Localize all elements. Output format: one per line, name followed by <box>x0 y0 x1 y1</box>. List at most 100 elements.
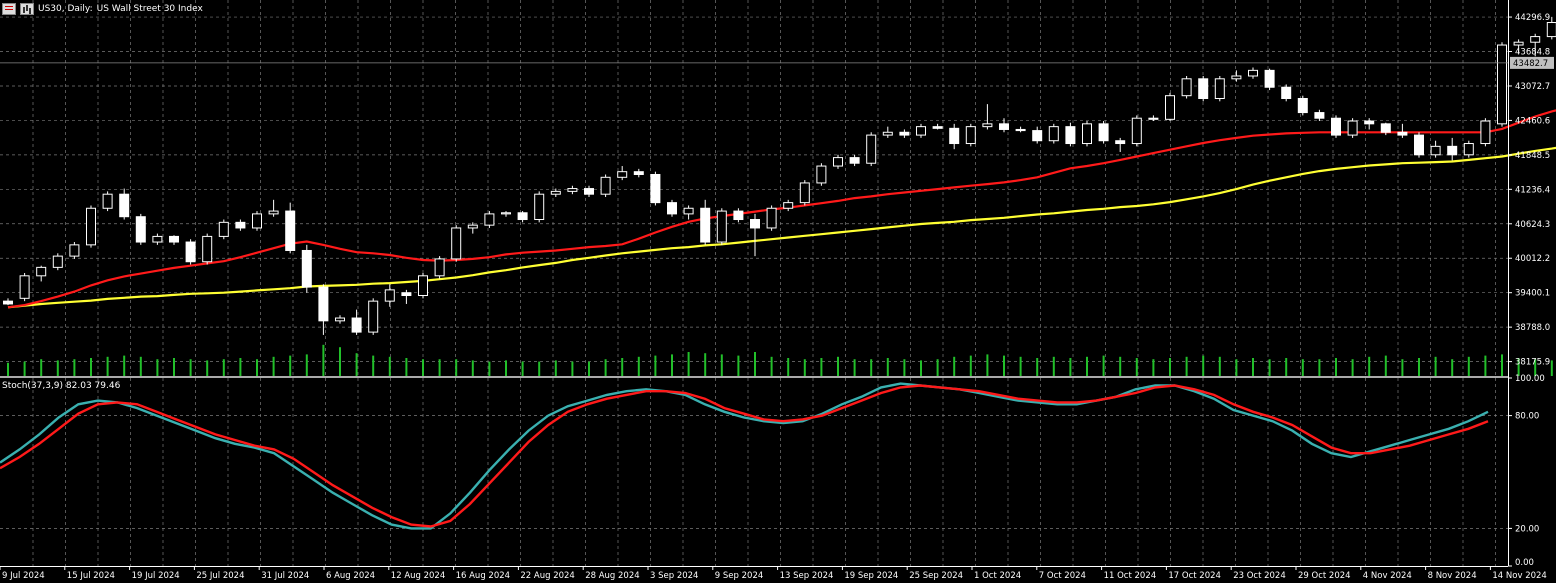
candle-body <box>1347 120 1358 136</box>
candle-body <box>783 202 794 209</box>
time-tick-label: 22 Aug 2024 <box>520 571 574 581</box>
chart-type-icon[interactable] <box>20 3 34 15</box>
candle-body <box>3 300 13 305</box>
candle-body <box>235 221 246 229</box>
stoch-tick-label: 0.00 <box>1515 558 1534 568</box>
candle-body <box>86 207 96 246</box>
candle-body <box>1048 126 1059 142</box>
candle-body <box>667 202 677 215</box>
candle-body <box>633 171 644 175</box>
candle-body <box>866 134 877 164</box>
candle-body <box>1165 95 1175 120</box>
price-tick-label: 40012.2 <box>1515 254 1550 264</box>
candle-body <box>1148 117 1159 120</box>
time-tick-label: 17 Oct 2024 <box>1168 571 1221 581</box>
candle-body <box>1463 143 1474 156</box>
time-tick-label: 25 Sep 2024 <box>909 571 963 581</box>
price-tick-label: 43684.8 <box>1515 48 1550 58</box>
candle-body <box>52 255 63 268</box>
candle-body <box>467 224 478 229</box>
candle-body <box>650 173 661 204</box>
price-tick-label: 40624.3 <box>1515 220 1550 230</box>
time-tick-label: 29 Oct 2024 <box>1298 571 1351 581</box>
candle-body <box>1065 126 1076 145</box>
candle-body <box>1513 41 1524 46</box>
price-tick-label: 42460.6 <box>1515 116 1550 126</box>
candle-body <box>1131 117 1142 145</box>
time-tick-label: 19 Jul 2024 <box>132 571 180 581</box>
candle-body <box>135 216 146 243</box>
candle-body <box>1264 69 1275 88</box>
stoch-signal-line <box>0 384 1489 528</box>
candle-body <box>849 157 860 164</box>
candle-body <box>1281 86 1292 100</box>
candle-body <box>335 317 345 322</box>
candle-body <box>816 165 827 184</box>
stochastic-lines <box>0 382 1489 530</box>
candle-body <box>1231 75 1242 80</box>
candle-body <box>501 212 511 215</box>
time-tick-label: 23 Oct 2024 <box>1233 571 1286 581</box>
time-tick-label: 16 Aug 2024 <box>456 571 510 581</box>
current-price-label: 43482.7 <box>1513 59 1548 69</box>
price-tick-label: 38175.9 <box>1515 358 1550 368</box>
candle-body <box>600 176 611 195</box>
candle-body <box>384 289 395 302</box>
candle-body <box>733 210 744 221</box>
time-tick-label: 25 Jul 2024 <box>196 571 244 581</box>
time-tick-label: 3 Sep 2024 <box>650 571 698 581</box>
candle-body <box>833 157 843 167</box>
time-tick-label: 6 Aug 2024 <box>326 571 375 581</box>
time-tick-label: 11 Oct 2024 <box>1104 571 1157 581</box>
candle-body <box>1198 78 1209 100</box>
candle-body <box>1430 145 1441 156</box>
time-tick-label: 28 Aug 2024 <box>585 571 639 581</box>
time-tick-label: 15 Jul 2024 <box>67 571 115 581</box>
stoch-indicator-label: Stoch(37,3,9) 82.03 79.46 <box>2 381 121 391</box>
stoch-tick-label: 20.00 <box>1515 524 1539 534</box>
candle-body <box>1364 120 1375 125</box>
candle-body <box>1181 78 1192 97</box>
candle-body <box>683 207 694 215</box>
time-tick-label: 1 Oct 2024 <box>974 571 1021 581</box>
candle-body <box>1546 22 1556 38</box>
candle-body <box>368 300 379 333</box>
chart-menu-icon[interactable] <box>2 3 16 15</box>
ma-fast-series <box>7 109 1556 309</box>
candle-body <box>1314 112 1325 119</box>
price-tick-label: 44296.9 <box>1515 13 1550 23</box>
ma-fast-line <box>7 109 1556 309</box>
candle-body <box>1248 69 1258 77</box>
candle-body <box>882 131 893 136</box>
candle-body <box>102 193 113 209</box>
candle-body <box>750 219 760 229</box>
candle-body <box>766 207 777 229</box>
candle-body <box>418 275 428 297</box>
candle-body <box>965 126 976 145</box>
candle-body <box>999 123 1009 130</box>
stoch-tick-label: 100.00 <box>1515 374 1545 384</box>
price-tick-label: 39400.1 <box>1515 289 1550 299</box>
time-tick-label: 8 Nov 2024 <box>1428 571 1477 581</box>
candle-body <box>318 286 329 322</box>
time-tick-label: 19 Sep 2024 <box>844 571 898 581</box>
stoch-main-line <box>0 382 1489 530</box>
candle-body <box>716 210 727 243</box>
symbol-label: US30, Daily: <box>38 4 93 14</box>
candle-body <box>534 193 545 221</box>
candle-body <box>301 249 312 288</box>
candle-body <box>1397 131 1408 136</box>
candle-body <box>1032 130 1043 142</box>
candle-body <box>268 210 279 215</box>
candle-body <box>1297 98 1308 114</box>
time-tick-label: 31 Jul 2024 <box>261 571 309 581</box>
candle-body <box>932 126 943 129</box>
chart-canvas[interactable]: 44296.9 43684.8 43072.7 42460.6 41848.5 41236… <box>0 0 1556 583</box>
candle-body <box>1530 36 1541 43</box>
candle-body <box>1414 134 1424 156</box>
candle-body <box>152 235 163 243</box>
candle-body <box>584 188 594 195</box>
candle-body <box>401 292 412 297</box>
candle-body <box>1015 128 1026 132</box>
candle-body <box>119 193 130 218</box>
